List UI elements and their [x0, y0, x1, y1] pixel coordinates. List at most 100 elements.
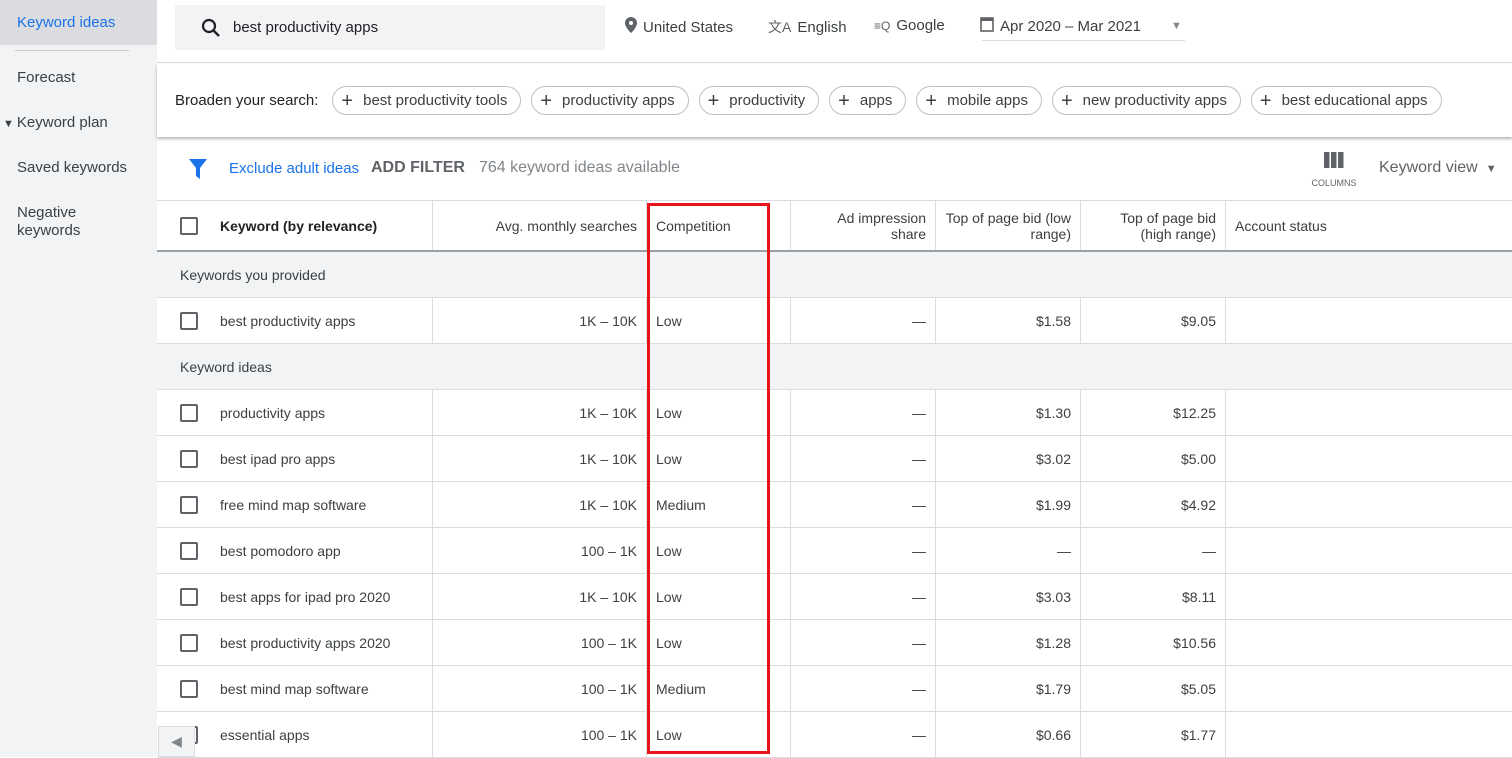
header-avg-searches[interactable]: Avg. monthly searches — [432, 201, 646, 250]
keyword-cell: free mind map software — [220, 496, 367, 513]
calendar-icon — [980, 16, 994, 36]
avg-searches-cell: 1K – 10K — [432, 436, 646, 481]
ad-impression-share-cell: — — [790, 712, 935, 757]
dropdown-arrow-icon: ▼ — [1485, 163, 1497, 175]
account-status-cell — [1225, 712, 1512, 757]
top-bar: best productivity apps United States 文A E… — [157, 0, 1512, 63]
network-label: Google — [896, 17, 945, 34]
search-input[interactable]: best productivity apps — [175, 5, 605, 50]
row-checkbox[interactable] — [180, 449, 198, 468]
table-row: best ipad pro apps 1K – 10K Low — $3.02 $5.00 — [157, 436, 1512, 482]
plus-icon: + — [925, 89, 938, 112]
account-status-cell — [1225, 666, 1512, 711]
sidebar-item-label: Keyword plan — [16, 114, 108, 131]
avg-searches-cell: 100 – 1K — [432, 528, 646, 573]
chip-label: best educational apps — [1281, 92, 1428, 109]
ad-impression-share-cell: — — [790, 390, 935, 435]
bid-high-cell: $10.56 — [1080, 620, 1225, 665]
broaden-chip[interactable]: + mobile apps — [916, 86, 1042, 115]
row-checkbox[interactable] — [180, 495, 198, 514]
ad-impression-share-cell: — — [790, 666, 935, 711]
sidebar-item-keyword-plan[interactable]: ▼ Keyword plan — [0, 114, 157, 133]
keyword-cell: best productivity apps 2020 — [220, 634, 391, 651]
add-filter-button[interactable]: ADD FILTER — [371, 159, 465, 177]
chip-label: new productivity apps — [1082, 92, 1227, 109]
header-keyword[interactable]: Keyword (by relevance) — [211, 201, 432, 250]
sidebar-item-negative-keywords[interactable]: Negative keywords — [0, 204, 100, 240]
broaden-chip[interactable]: + new productivity apps — [1051, 86, 1241, 115]
avg-searches-cell: 1K – 10K — [432, 390, 646, 435]
language-selector[interactable]: 文A English — [768, 17, 847, 37]
network-selector[interactable]: ≡Q Google — [874, 17, 945, 34]
broaden-chip[interactable]: + productivity apps — [531, 86, 689, 115]
select-all-checkbox[interactable] — [180, 216, 198, 235]
header-bid-high[interactable]: Top of page bid (high range) — [1080, 201, 1225, 250]
header-bid-low[interactable]: Top of page bid (low range) — [935, 201, 1080, 250]
ad-impression-share-cell: — — [790, 482, 935, 527]
keyword-cell: best apps for ipad pro 2020 — [220, 588, 391, 605]
table-row: best productivity apps 1K – 10K Low — $1.58 $… — [157, 298, 1512, 344]
scroll-left-button[interactable]: ◀ — [158, 726, 195, 757]
competition-highlight-box — [647, 203, 770, 754]
exclude-adult-ideas-link[interactable]: Exclude adult ideas — [229, 160, 359, 177]
table-row: best mind map software 100 – 1K Medium — $1.… — [157, 666, 1512, 712]
bid-high-cell: $8.11 — [1080, 574, 1225, 619]
sidebar-item-keyword-ideas[interactable]: Keyword ideas — [0, 0, 157, 45]
columns-button[interactable]: COLUMNS — [1309, 152, 1359, 188]
date-range-selector[interactable]: Apr 2020 – Mar 2021 ▼ — [980, 16, 1182, 36]
account-status-cell — [1225, 298, 1512, 343]
location-selector[interactable]: United States — [625, 17, 733, 37]
columns-label: COLUMNS — [1311, 178, 1357, 188]
bid-low-cell: $3.02 — [935, 436, 1080, 481]
chip-label: best productivity tools — [363, 92, 508, 109]
ad-impression-share-cell: — — [790, 436, 935, 481]
caret-down-icon: ▼ — [3, 118, 14, 130]
columns-icon — [1324, 152, 1344, 168]
chip-label: productivity — [729, 92, 806, 109]
avg-searches-cell: 1K – 10K — [432, 298, 646, 343]
row-checkbox[interactable] — [180, 541, 198, 560]
account-status-cell — [1225, 436, 1512, 481]
plus-icon: + — [540, 89, 553, 112]
location-label: United States — [643, 18, 734, 36]
group-label: Keyword ideas — [180, 358, 272, 375]
date-range-label: Apr 2020 – Mar 2021 — [1000, 17, 1141, 35]
keyword-view-dropdown[interactable]: Keyword view ▼ — [1379, 159, 1497, 177]
sidebar: Keyword ideas Forecast ▼ Keyword plan Sav… — [0, 0, 157, 757]
broaden-chip[interactable]: + best productivity tools — [332, 86, 522, 115]
row-checkbox[interactable] — [180, 403, 198, 422]
chip-label: mobile apps — [947, 92, 1028, 109]
keyword-count: 764 keyword ideas available — [479, 159, 681, 176]
broaden-chip[interactable]: + productivity — [698, 86, 820, 115]
table-row: productivity apps 1K – 10K Low — $1.30 $12.25 — [157, 390, 1512, 436]
sidebar-item-saved-keywords[interactable]: Saved keywords — [0, 159, 157, 177]
row-checkbox[interactable] — [180, 679, 198, 698]
language-label: English — [797, 18, 847, 36]
broaden-chip[interactable]: + best educational apps — [1250, 86, 1442, 115]
avg-searches-cell: 100 – 1K — [432, 712, 646, 757]
filter-icon[interactable] — [189, 159, 207, 179]
group-label: Keywords you provided — [180, 266, 326, 283]
bid-low-cell: $1.30 — [935, 390, 1080, 435]
search-network-icon: ≡Q — [874, 18, 891, 33]
keyword-cell: best productivity apps — [220, 312, 356, 329]
table-row: best apps for ipad pro 2020 1K – 10K Low — $… — [157, 574, 1512, 620]
plus-icon: + — [1060, 89, 1073, 112]
sidebar-item-forecast[interactable]: Forecast — [0, 69, 157, 87]
bid-high-cell: $5.05 — [1080, 666, 1225, 711]
header-ad-impression-share[interactable]: Ad impression share — [790, 201, 935, 250]
chevron-left-icon: ◀ — [171, 733, 182, 749]
account-status-cell — [1225, 620, 1512, 665]
row-checkbox[interactable] — [180, 587, 198, 606]
row-checkbox[interactable] — [180, 311, 198, 330]
row-checkbox[interactable] — [180, 633, 198, 652]
group-row: Keywords you provided — [157, 252, 1512, 298]
ad-impression-share-cell: — — [790, 620, 935, 665]
date-underline — [982, 40, 1185, 41]
sidebar-divider — [15, 50, 129, 51]
broaden-chip[interactable]: + apps — [829, 86, 907, 115]
plus-icon: + — [1259, 89, 1272, 112]
ad-impression-share-cell: — — [790, 528, 935, 573]
broaden-search-bar: Broaden your search: + best productivity … — [157, 64, 1512, 137]
header-account-status[interactable]: Account status — [1225, 201, 1512, 250]
